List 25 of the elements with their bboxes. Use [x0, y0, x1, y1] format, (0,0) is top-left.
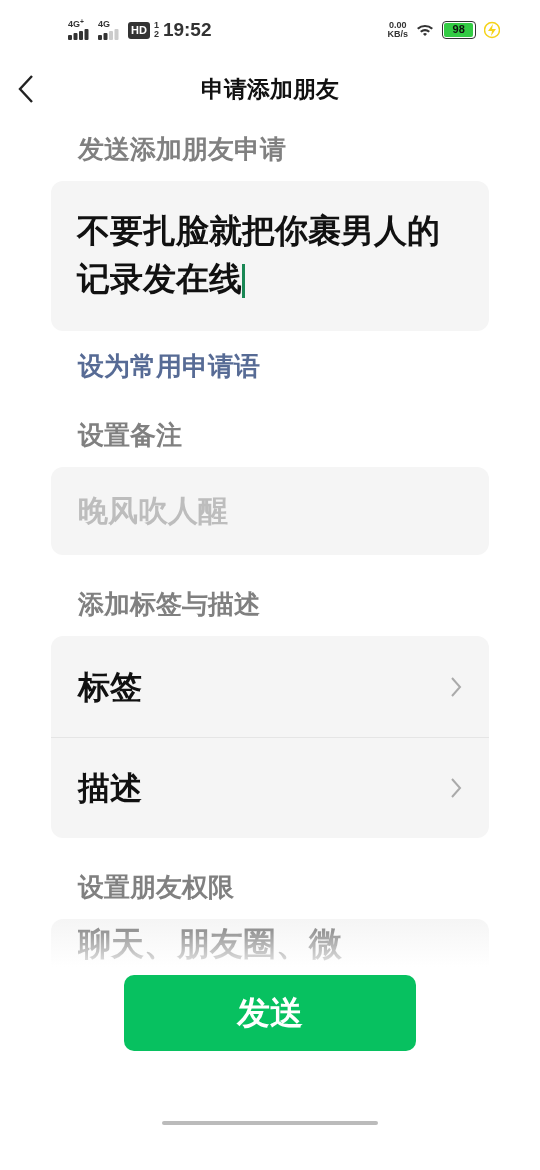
chevron-icon — [450, 777, 462, 799]
signal-icon — [98, 29, 120, 40]
section-label: 发送添加朋友申请 — [76, 133, 287, 166]
speed-unit: KB/s — [387, 30, 408, 39]
section-label: 添加标签与描述 — [77, 588, 261, 621]
page-title: 申请添加朋友 — [201, 74, 339, 104]
network-label: 4G$^{+}$ — [68, 20, 85, 29]
network-label: 4G — [98, 20, 111, 29]
back-icon — [18, 74, 34, 104]
back-button[interactable] — [18, 74, 34, 104]
settings-row[interactable]: 标签 — [51, 636, 489, 737]
wifi-icon — [416, 23, 434, 37]
section-label: 设置备注 — [76, 419, 183, 452]
set-common-link[interactable]: 设为常用申请语 — [51, 347, 489, 386]
speed-value: 0.00 — [387, 21, 408, 30]
time-text: 19:52 — [162, 17, 212, 42]
hd-badge: HD — [128, 21, 150, 39]
settings-row[interactable]: 描述 — [51, 737, 489, 838]
signal-icon — [68, 29, 90, 40]
sim-number: 1 — [153, 21, 159, 30]
sim-number: 2 — [153, 30, 159, 39]
chevron-icon — [450, 675, 462, 698]
remark-field[interactable]: 晚风吹人醒 — [51, 467, 489, 555]
section-label: 设置朋友权限 — [76, 871, 235, 904]
battery-level: 98 — [444, 23, 474, 37]
